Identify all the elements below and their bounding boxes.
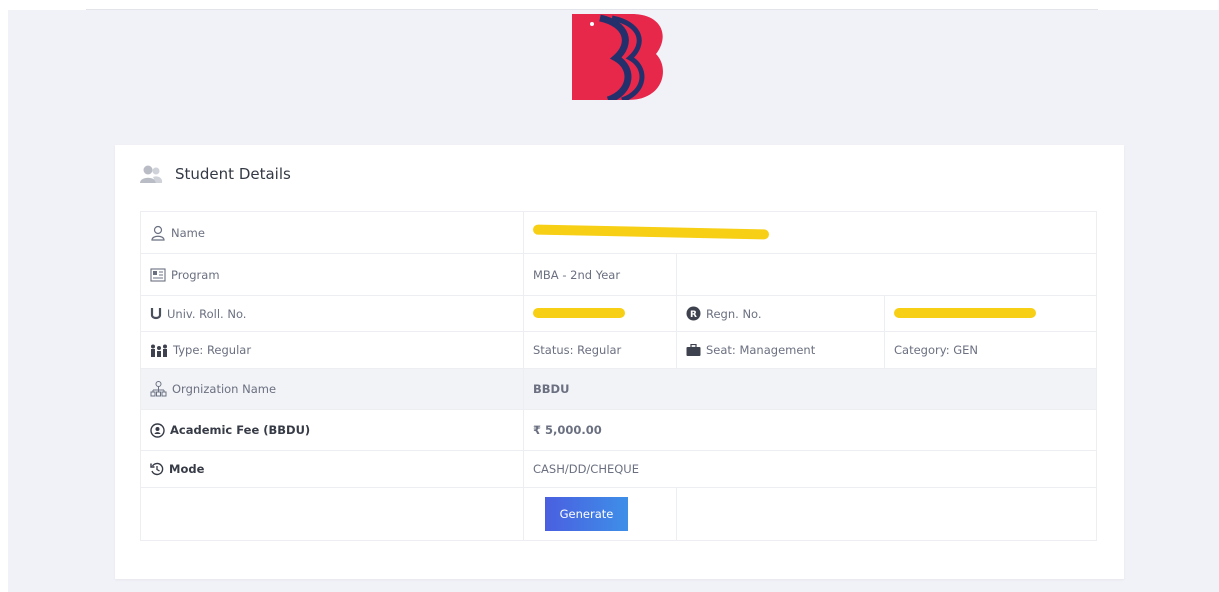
regn-value (884, 295, 1097, 332)
fee-label: Academic Fee (BBDU) (170, 423, 311, 437)
mode-value: CASH/DD/CHEQUE (523, 450, 1097, 488)
table-row-organization: Orgnization Name BBDU (140, 368, 1097, 410)
table-row-actions: Generate (140, 487, 1097, 541)
name-redaction (532, 224, 770, 239)
actions-cell: Generate (523, 487, 677, 541)
regn-redaction (894, 307, 1036, 318)
organization-value: BBDU (523, 368, 1097, 410)
table-row-program: Program MBA - 2nd Year (140, 253, 1097, 296)
table-row-type: Type: Regular Status: Regular Seat: Mana… (140, 331, 1097, 369)
svg-text:R: R (690, 310, 697, 320)
status-value: Status: Regular (523, 331, 677, 369)
card-header: Student Details (139, 163, 291, 185)
student-details-card: Student Details Name Program MBA - 2nd Y… (115, 145, 1124, 579)
student-details-table: Name Program MBA - 2nd Year Univ. Roll. … (140, 211, 1097, 541)
program-value: MBA - 2nd Year (523, 253, 677, 296)
roll-value (523, 295, 677, 332)
user-outline-icon (150, 225, 166, 241)
u-letter-icon (150, 307, 162, 320)
org-chart-icon (150, 381, 167, 397)
program-empty-cell (676, 253, 1097, 296)
bbdu-logo (572, 14, 663, 100)
generate-button[interactable]: Generate (545, 497, 628, 531)
newspaper-icon (150, 267, 166, 282)
actions-empty-cell (140, 487, 524, 541)
table-row-name: Name (140, 211, 1097, 254)
regn-label: Regn. No. (706, 306, 762, 321)
family-icon (150, 344, 168, 357)
briefcase-icon (686, 344, 701, 356)
top-bar (86, 0, 1098, 10)
category-value: Category: GEN (884, 331, 1097, 369)
actions-trailing-cell (676, 487, 1097, 541)
r-circle-icon: R (686, 306, 701, 321)
type-label: Type: Regular (173, 343, 252, 357)
program-label: Program (171, 267, 220, 282)
organization-label: Orgnization Name (172, 382, 277, 396)
name-label: Name (171, 225, 205, 240)
users-icon (139, 164, 163, 184)
money-circle-icon (150, 422, 165, 438)
seat-label: Seat: Management (706, 343, 816, 357)
roll-label: Univ. Roll. No. (167, 306, 247, 321)
name-value (523, 211, 1097, 254)
roll-redaction (533, 307, 625, 318)
fee-value: ₹ 5,000.00 (523, 409, 1097, 451)
table-row-roll: Univ. Roll. No. R Regn. No. (140, 295, 1097, 332)
card-title: Student Details (175, 165, 291, 183)
history-icon (150, 462, 164, 476)
mode-label: Mode (169, 462, 205, 476)
table-row-fee: Academic Fee (BBDU) ₹ 5,000.00 (140, 409, 1097, 451)
table-row-mode: Mode CASH/DD/CHEQUE (140, 450, 1097, 488)
